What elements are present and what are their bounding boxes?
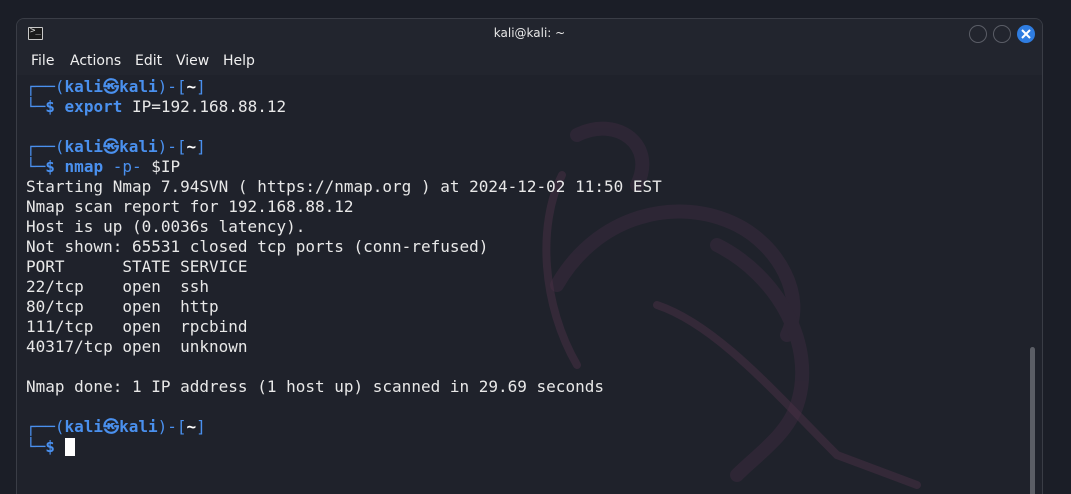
menu-file[interactable]: File: [31, 53, 54, 69]
scrollbar[interactable]: [1030, 347, 1035, 494]
menu-bar: File Actions Edit View Help: [17, 49, 1042, 75]
output-line: Host is up (0.0036s latency).: [26, 217, 306, 236]
maximize-button[interactable]: [993, 25, 1011, 43]
output-line: 22/tcp open ssh: [26, 277, 210, 296]
terminal-window: >_ kali@kali: ~ File Actions Edit View H…: [16, 18, 1043, 494]
title-bar[interactable]: >_ kali@kali: ~: [17, 19, 1042, 49]
output-line: Nmap scan report for 192.168.88.12: [26, 197, 354, 216]
menu-help[interactable]: Help: [223, 53, 255, 69]
output-line: 80/tcp open http: [26, 297, 219, 316]
menu-edit[interactable]: Edit: [135, 53, 162, 69]
prompt-line: ┌──(kali㉿kali)-[~]: [26, 77, 206, 96]
output-line: Nmap done: 1 IP address (1 host up) scan…: [26, 377, 604, 396]
output-line: 111/tcp open rpcbind: [26, 317, 248, 336]
command-line: └─$ export IP=192.168.88.12: [26, 97, 287, 116]
command-line[interactable]: └─$: [26, 437, 75, 457]
menu-actions[interactable]: Actions: [70, 53, 121, 69]
text-cursor: [64, 438, 75, 456]
output-line: PORT STATE SERVICE: [26, 257, 248, 276]
window-title: kali@kali: ~: [493, 26, 566, 40]
close-button[interactable]: [1017, 25, 1035, 43]
minimize-button[interactable]: [969, 25, 987, 43]
close-icon: [1021, 29, 1031, 39]
prompt-line: ┌──(kali㉿kali)-[~]: [26, 137, 206, 156]
prompt-line: ┌──(kali㉿kali)-[~]: [26, 417, 206, 436]
output-line: Not shown: 65531 closed tcp ports (conn-…: [26, 237, 489, 256]
output-line: Starting Nmap 7.94SVN ( https://nmap.org…: [26, 177, 662, 196]
output-line: 40317/tcp open unknown: [26, 337, 248, 356]
menu-view[interactable]: View: [176, 53, 209, 69]
terminal-area[interactable]: ┌──(kali㉿kali)-[~] └─$ export IP=192.168…: [17, 75, 1042, 494]
command-line: └─$ nmap -p- $IP: [26, 157, 181, 176]
